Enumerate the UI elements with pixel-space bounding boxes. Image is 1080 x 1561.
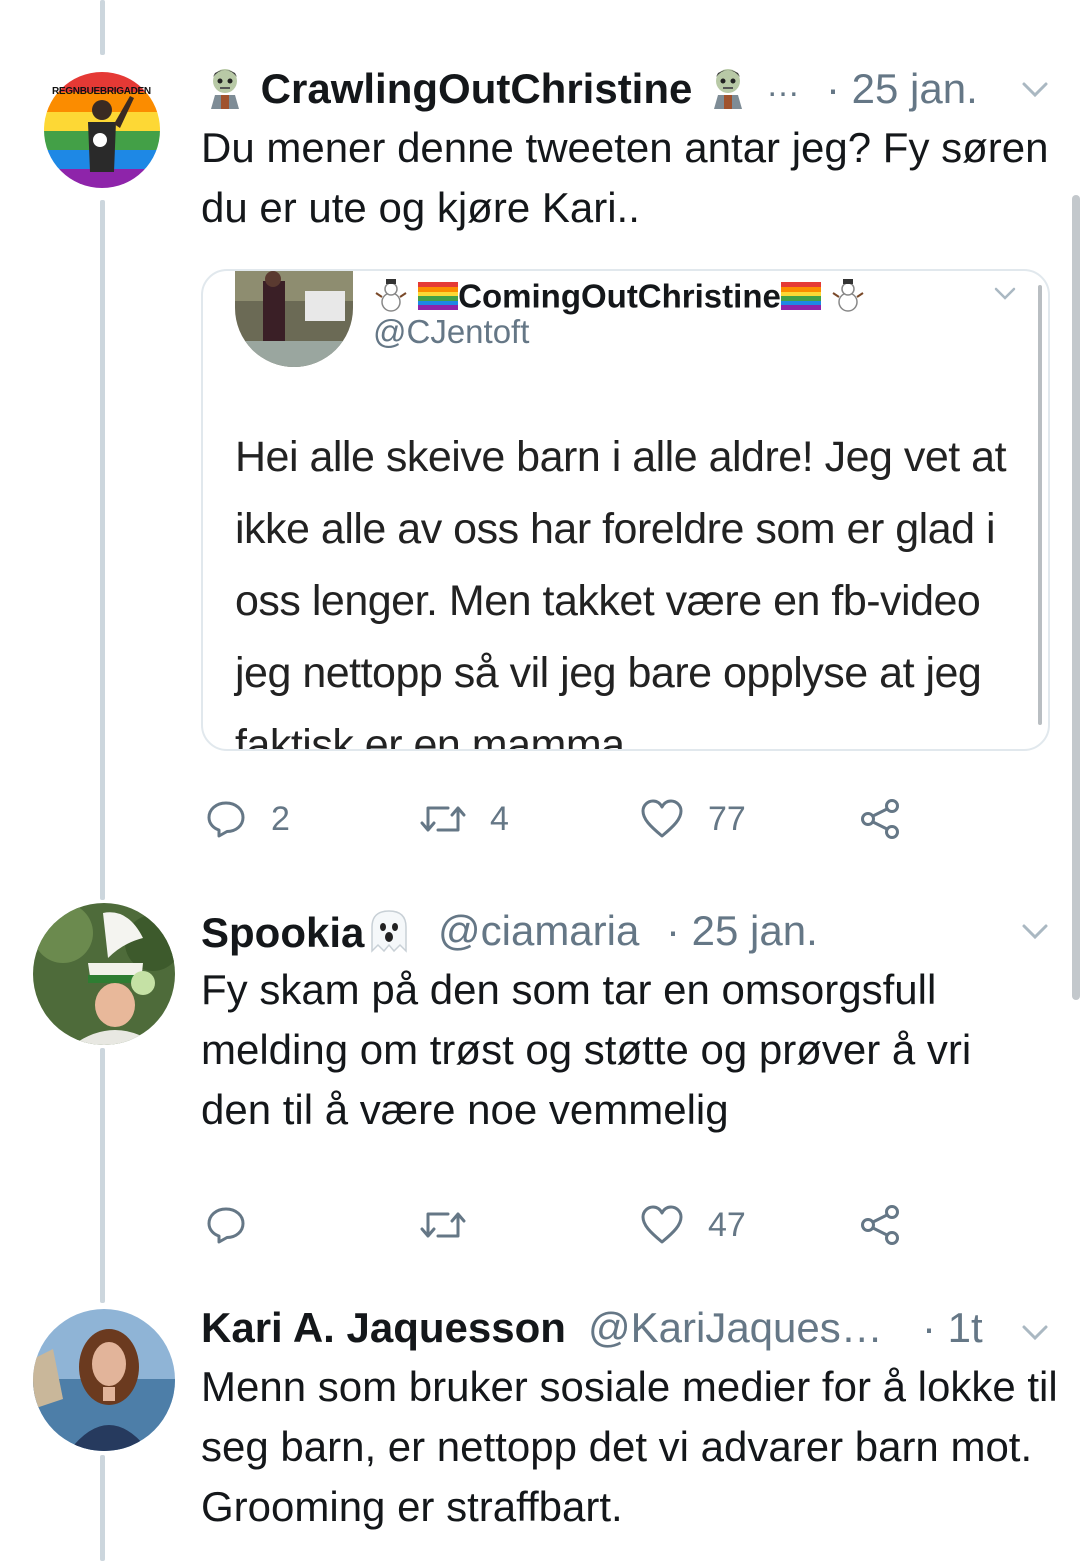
- retweet-icon: [420, 806, 466, 832]
- thread-line-2: [100, 1048, 105, 1303]
- reply-count: 2: [271, 799, 290, 838]
- retweet-button[interactable]: 4: [420, 798, 509, 840]
- chevron-down-icon[interactable]: [991, 279, 1019, 307]
- thread-line-3: [100, 1455, 105, 1561]
- reply-button[interactable]: 2: [205, 798, 290, 840]
- tweet-text: Du mener denne tweeten antar jeg? Fy sør…: [201, 124, 1049, 231]
- tweet-text: Menn som bruker sosiale medier for å lok…: [201, 1363, 1058, 1530]
- retweet-icon: [420, 1212, 466, 1238]
- like-icon: [641, 799, 683, 838]
- author-name[interactable]: CrawlingOutChristine: [201, 63, 752, 121]
- tweet-text: Fy skam på den som tar en omsorgsfull me…: [201, 966, 972, 1133]
- chevron-down-icon[interactable]: [1018, 1315, 1052, 1349]
- page-scrollbar[interactable]: [1072, 195, 1080, 1000]
- quoted-scrollbar[interactable]: [1038, 285, 1042, 725]
- zombie-emoji: [704, 63, 752, 121]
- tweet-timestamp[interactable]: · 25 jan.: [826, 65, 978, 113]
- retweet-count: 4: [490, 799, 509, 838]
- author-name[interactable]: Kari A. Jaquesson: [201, 1304, 566, 1352]
- ghost-emoji: [364, 907, 414, 965]
- quoted-author-name-text: ComingOutChristine: [458, 277, 781, 315]
- reply-icon: [207, 1207, 245, 1244]
- avatar[interactable]: [33, 903, 175, 1045]
- share-icon: [861, 1205, 899, 1245]
- snowman-emoji: [830, 277, 866, 321]
- quoted-author-handle[interactable]: @CJentoft: [373, 313, 529, 351]
- share-button[interactable]: [860, 1204, 902, 1246]
- thread-line-1: [100, 200, 105, 900]
- author-handle[interactable]: @KariJaques…: [588, 1304, 883, 1352]
- tweet-timestamp[interactable]: · 25 jan.: [666, 907, 818, 955]
- share-button[interactable]: [860, 798, 902, 840]
- quoted-avatar[interactable]: [235, 271, 353, 367]
- thread-line-top: [100, 0, 105, 55]
- like-count: 77: [708, 799, 746, 838]
- like-button[interactable]: 77: [640, 798, 746, 840]
- rainbow-flag-emoji: [780, 280, 821, 318]
- quoted-tweet-card[interactable]: ComingOutChristine @CJentoft Hei alle sk…: [201, 269, 1050, 751]
- reply-button[interactable]: [205, 1204, 247, 1246]
- avatar[interactable]: [33, 1309, 175, 1451]
- like-count: 47: [708, 1205, 746, 1244]
- author-handle[interactable]: @ciamaria: [438, 907, 639, 955]
- name-overflow-ellipsis: …: [766, 66, 800, 104]
- author-name-text: CrawlingOutChristine: [260, 65, 693, 113]
- like-icon: [641, 1205, 683, 1244]
- zombie-emoji: [201, 63, 249, 121]
- chevron-down-icon[interactable]: [1018, 72, 1052, 106]
- avatar-caption: REGNBUEBRIGADEN: [52, 86, 151, 97]
- reply-icon: [207, 801, 245, 838]
- tweet-timestamp[interactable]: · 1t: [922, 1304, 983, 1352]
- chevron-down-icon[interactable]: [1018, 914, 1052, 948]
- share-icon: [861, 799, 899, 839]
- author-name-text: Spookia: [201, 909, 365, 957]
- quoted-tweet-text: Hei alle skeive barn i alle aldre! Jeg v…: [235, 433, 1007, 751]
- like-button[interactable]: 47: [640, 1204, 746, 1246]
- retweet-button[interactable]: [420, 1204, 466, 1246]
- author-name[interactable]: Spookia: [201, 907, 414, 965]
